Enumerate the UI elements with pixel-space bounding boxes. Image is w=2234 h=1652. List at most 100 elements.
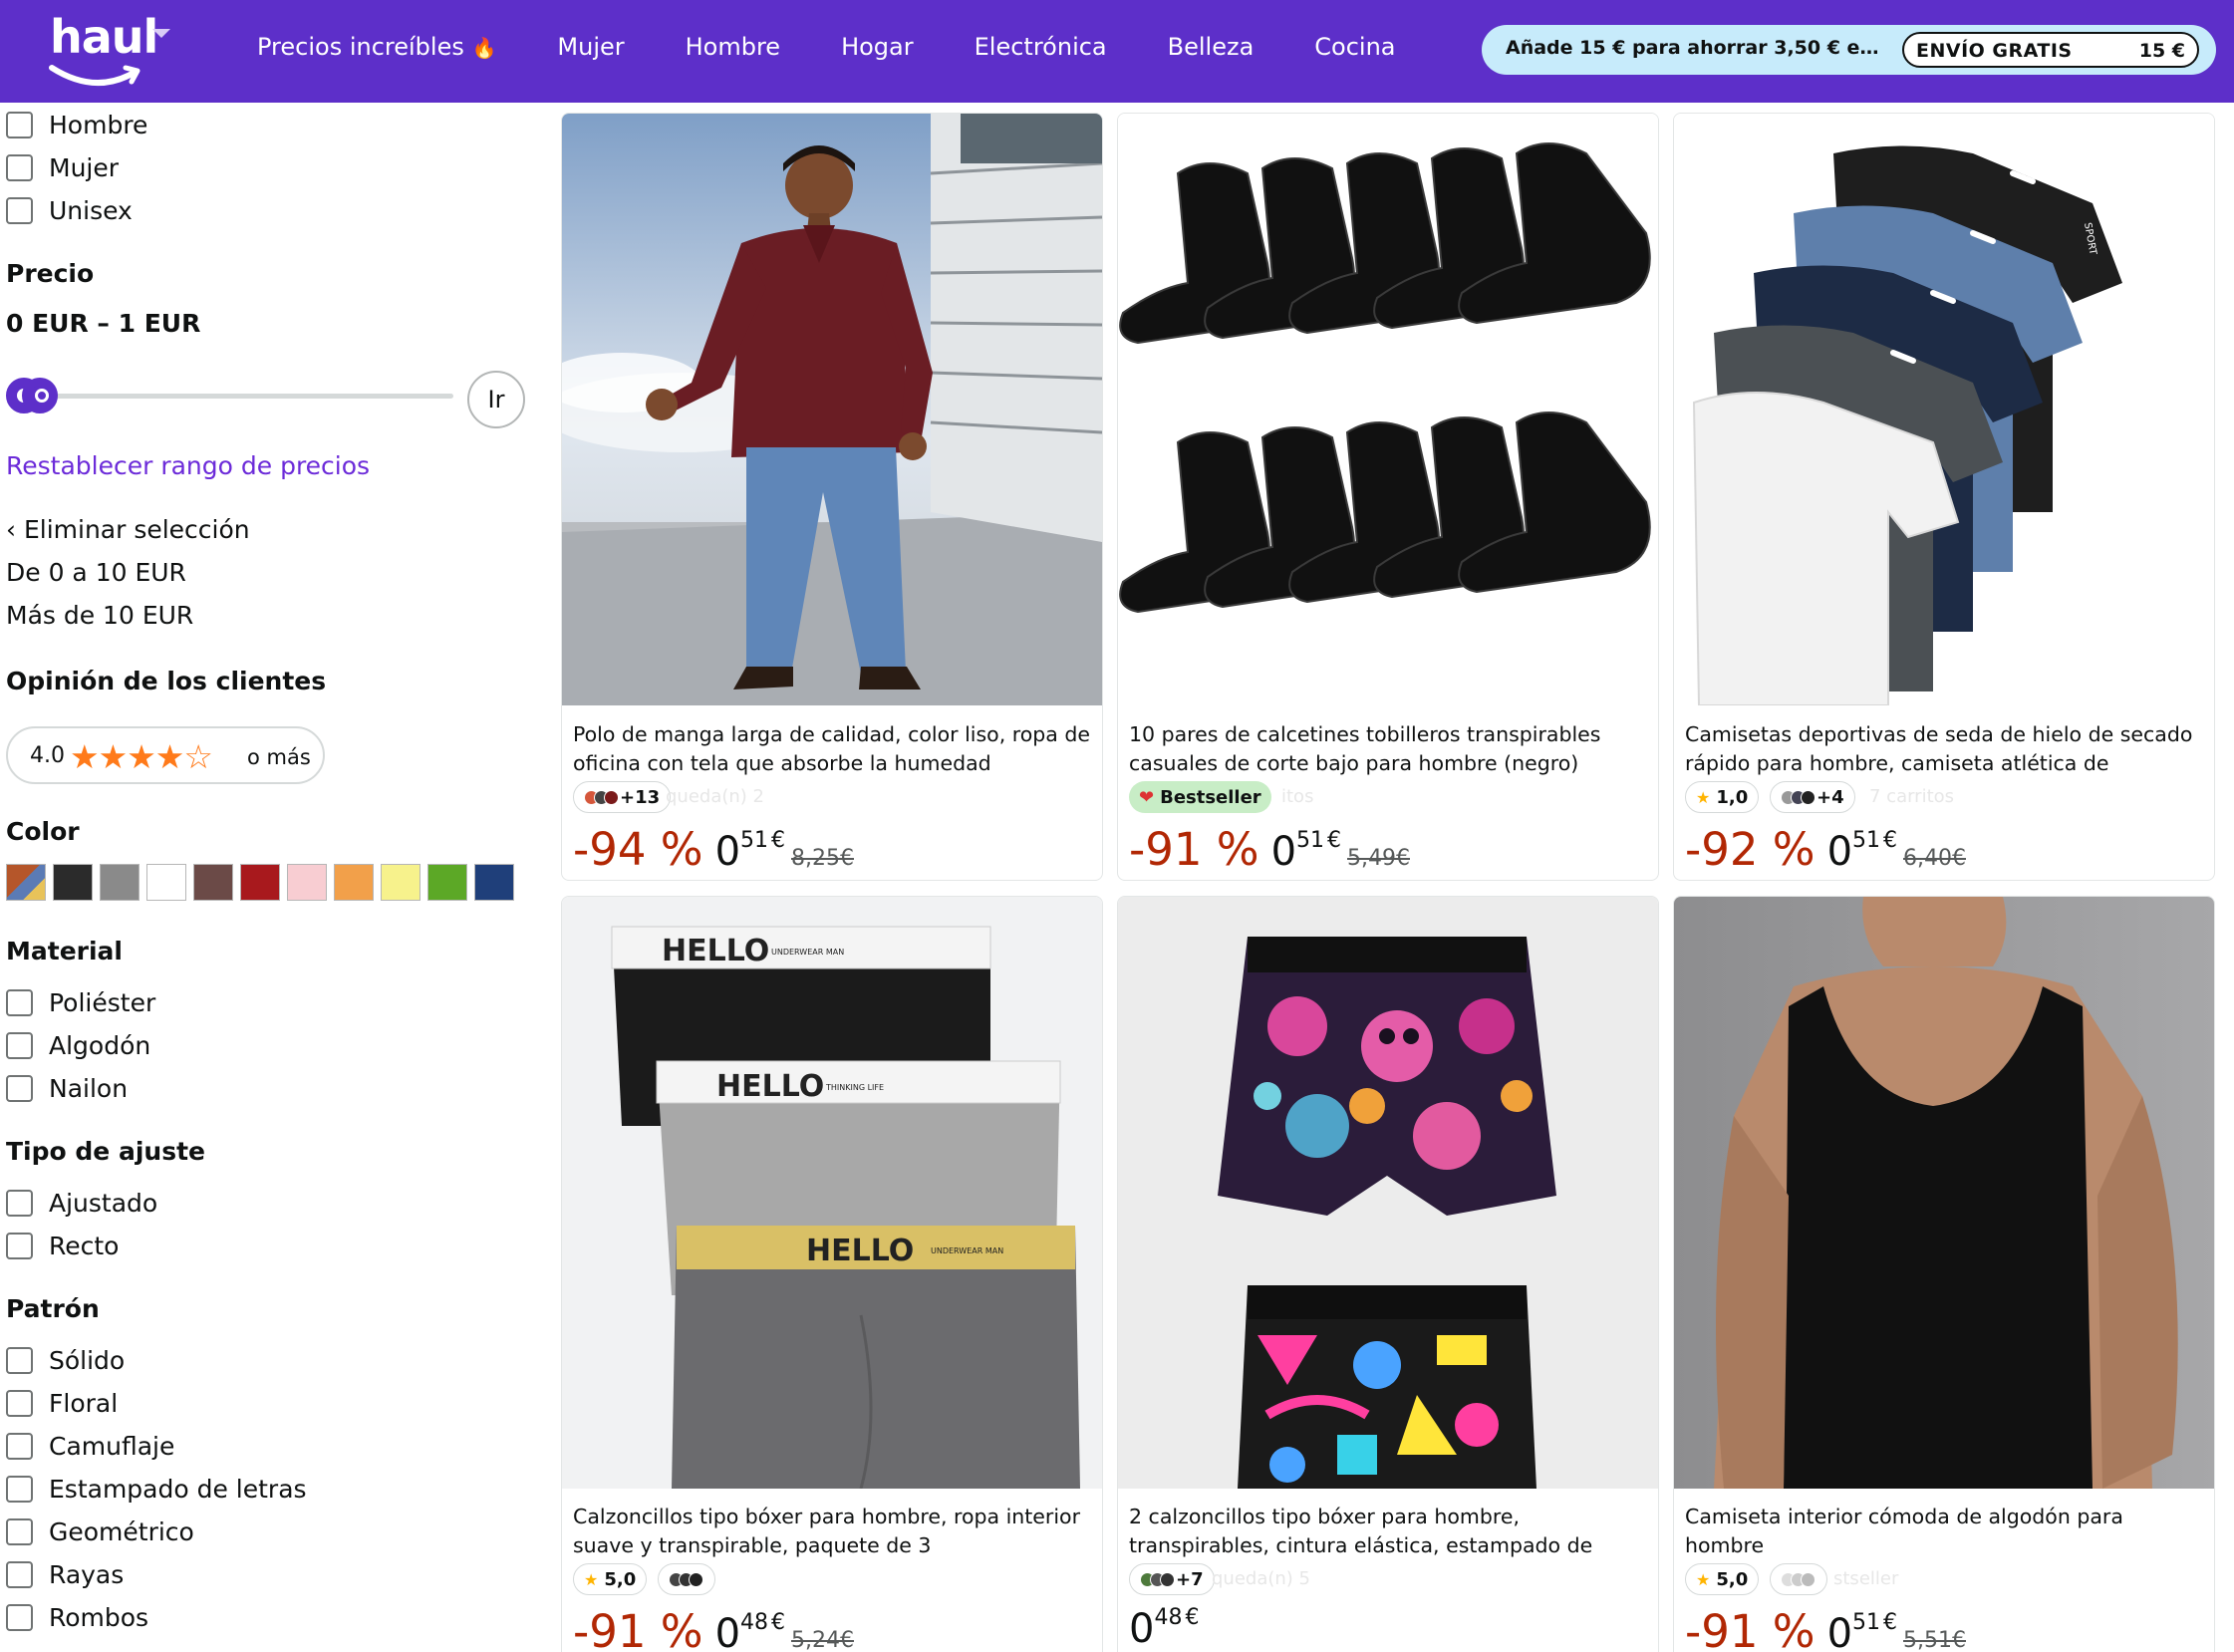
product-title[interactable]: 10 pares de calcetines tobilleros transp… bbox=[1129, 720, 1647, 778]
color-swatch-pink[interactable] bbox=[287, 864, 327, 901]
product-title[interactable]: Camiseta interior cómoda de algodón para… bbox=[1685, 1503, 2203, 1560]
color-swatch-yellow[interactable] bbox=[381, 864, 420, 901]
filter-pattern-camuflaje[interactable]: Camuflaje bbox=[6, 1429, 174, 1463]
product-title[interactable]: Calzoncillos tipo bóxer para hombre, rop… bbox=[573, 1503, 1091, 1560]
price-integer: 0 bbox=[1129, 1606, 1155, 1652]
logo-smile-icon bbox=[49, 65, 140, 86]
variants-badge[interactable] bbox=[1770, 1563, 1827, 1595]
checkbox[interactable] bbox=[6, 111, 33, 138]
color-swatch-navy[interactable] bbox=[474, 864, 514, 901]
checkbox[interactable] bbox=[6, 1603, 33, 1631]
price-row: -91 % 048 €5,24€ bbox=[573, 1605, 854, 1652]
product-card[interactable]: Camiseta interior cómoda de algodón para… bbox=[1673, 896, 2215, 1652]
price-slider-max-handle[interactable] bbox=[22, 378, 58, 413]
color-swatch-green[interactable] bbox=[427, 864, 467, 901]
checkbox[interactable] bbox=[6, 1189, 33, 1217]
product-image[interactable] bbox=[1118, 897, 1658, 1489]
discount-percent: -92 % bbox=[1685, 823, 1815, 876]
filter-fit-recto[interactable]: Recto bbox=[6, 1229, 119, 1262]
checkbox[interactable] bbox=[6, 196, 33, 224]
variants-badge[interactable]: +7 bbox=[1129, 1563, 1215, 1595]
pattern-section-title: Patrón bbox=[6, 1294, 100, 1323]
filter-gender-hombre[interactable]: Hombre bbox=[6, 108, 147, 141]
checkbox[interactable] bbox=[6, 1389, 33, 1417]
filter-pattern-floral[interactable]: Floral bbox=[6, 1386, 118, 1420]
nav-hombre[interactable]: Hombre bbox=[686, 30, 780, 70]
boxer-brand-text: HELLO bbox=[806, 1234, 914, 1268]
free-shipping-pill: ENVÍO GRATIS 15 € bbox=[1902, 32, 2199, 68]
product-image[interactable] bbox=[1118, 114, 1658, 705]
nav-electronica[interactable]: Electrónica bbox=[975, 30, 1107, 70]
price-section-title: Precio bbox=[6, 259, 95, 288]
checkbox[interactable] bbox=[6, 1031, 33, 1059]
checkbox[interactable] bbox=[6, 1346, 33, 1374]
rating-filter-pill[interactable]: 4.0 ★★★★☆ o más bbox=[6, 726, 325, 784]
old-price: 6,40€ bbox=[1903, 846, 1966, 871]
product-title[interactable]: Camisetas deportivas de seda de hielo de… bbox=[1685, 720, 2203, 778]
checkbox[interactable] bbox=[6, 1232, 33, 1259]
checkbox[interactable] bbox=[6, 1475, 33, 1503]
filter-material-nailon[interactable]: Nailon bbox=[6, 1071, 128, 1105]
color-swatch-gray[interactable] bbox=[100, 864, 140, 901]
product-image[interactable] bbox=[562, 114, 1102, 705]
color-swatch-brown[interactable] bbox=[193, 864, 233, 901]
variants-badge[interactable]: +13 bbox=[573, 781, 672, 813]
product-card[interactable]: HELLO UNDERWEAR MAN HELLO THINKING LIFE … bbox=[561, 896, 1103, 1652]
nav-belleza[interactable]: Belleza bbox=[1168, 30, 1255, 70]
variants-badge[interactable] bbox=[658, 1563, 715, 1595]
product-card[interactable]: SPORT Camisetas deportivas de seda de hi… bbox=[1673, 113, 2215, 881]
product-image[interactable] bbox=[1674, 897, 2214, 1489]
filter-gender-mujer[interactable]: Mujer bbox=[6, 150, 119, 184]
filter-gender-unisex[interactable]: Unisex bbox=[6, 193, 133, 227]
product-title[interactable]: 2 calzoncillos tipo bóxer para hombre, t… bbox=[1129, 1503, 1647, 1560]
logo-wordmark: haul bbox=[50, 10, 158, 64]
variants-badge[interactable]: +4 bbox=[1770, 781, 1855, 813]
product-image[interactable]: HELLO UNDERWEAR MAN HELLO THINKING LIFE … bbox=[562, 897, 1102, 1489]
price-currency: € bbox=[1185, 1605, 1200, 1630]
chevron-down-icon[interactable] bbox=[151, 28, 171, 40]
nav-mujer[interactable]: Mujer bbox=[557, 30, 624, 70]
product-card[interactable]: Polo de manga larga de calidad, color li… bbox=[561, 113, 1103, 881]
checkbox[interactable] bbox=[6, 988, 33, 1016]
color-swatch-multicolor[interactable] bbox=[6, 864, 46, 901]
star-icon: ★ bbox=[98, 737, 129, 776]
price-go-button[interactable]: Ir bbox=[467, 371, 525, 428]
filter-pattern-geometrico[interactable]: Geométrico bbox=[6, 1514, 194, 1548]
checkbox[interactable] bbox=[6, 153, 33, 181]
nav-precios-increibles[interactable]: Precios increíbles 🔥 bbox=[257, 30, 496, 70]
checkbox[interactable] bbox=[6, 1560, 33, 1588]
nav-hogar[interactable]: Hogar bbox=[841, 30, 914, 70]
free-shipping-amount: 15 € bbox=[2138, 40, 2185, 62]
product-image[interactable]: SPORT bbox=[1674, 114, 2214, 705]
price-option-0-10[interactable]: De 0 a 10 EUR bbox=[6, 558, 186, 587]
free-shipping-banner[interactable]: Añade 15 € para ahorrar 3,50 € en el e..… bbox=[1482, 25, 2216, 75]
color-swatch-red[interactable] bbox=[240, 864, 280, 901]
nav-cocina[interactable]: Cocina bbox=[1314, 30, 1395, 70]
product-card[interactable]: 10 pares de calcetines tobilleros transp… bbox=[1117, 113, 1659, 881]
color-swatch-black[interactable] bbox=[53, 864, 93, 901]
filter-material-poliester[interactable]: Poliéster bbox=[6, 985, 155, 1019]
clear-selection-link[interactable]: ‹ Eliminar selección bbox=[6, 515, 250, 544]
filter-pattern-rayas[interactable]: Rayas bbox=[6, 1557, 124, 1591]
price-range-value: 0 EUR – 1 EUR bbox=[6, 309, 201, 338]
filter-pattern-estampado[interactable]: Estampado de letras bbox=[6, 1472, 307, 1506]
color-swatch-orange[interactable] bbox=[334, 864, 374, 901]
product-title[interactable]: Polo de manga larga de calidad, color li… bbox=[573, 720, 1091, 778]
price-decimal: 51 bbox=[740, 828, 769, 853]
price-currency: € bbox=[771, 828, 786, 853]
filter-material-algodon[interactable]: Algodón bbox=[6, 1028, 150, 1062]
reset-price-range-link[interactable]: Restablecer rango de precios bbox=[6, 451, 370, 480]
filter-fit-ajustado[interactable]: Ajustado bbox=[6, 1186, 157, 1220]
product-card[interactable]: 2 calzoncillos tipo bóxer para hombre, t… bbox=[1117, 896, 1659, 1652]
bestseller-badge: ❤ Bestseller bbox=[1129, 781, 1271, 813]
checkbox[interactable] bbox=[6, 1074, 33, 1102]
color-swatch-white[interactable] bbox=[146, 864, 186, 901]
haul-logo[interactable]: haul bbox=[46, 10, 175, 90]
discount-percent: -91 % bbox=[1685, 1605, 1815, 1652]
filter-pattern-solido[interactable]: Sólido bbox=[6, 1343, 125, 1377]
price-option-10-plus[interactable]: Más de 10 EUR bbox=[6, 601, 193, 630]
checkbox[interactable] bbox=[6, 1517, 33, 1545]
checkbox[interactable] bbox=[6, 1432, 33, 1460]
price-slider-track[interactable] bbox=[30, 394, 453, 399]
filter-pattern-rombos[interactable]: Rombos bbox=[6, 1600, 148, 1634]
